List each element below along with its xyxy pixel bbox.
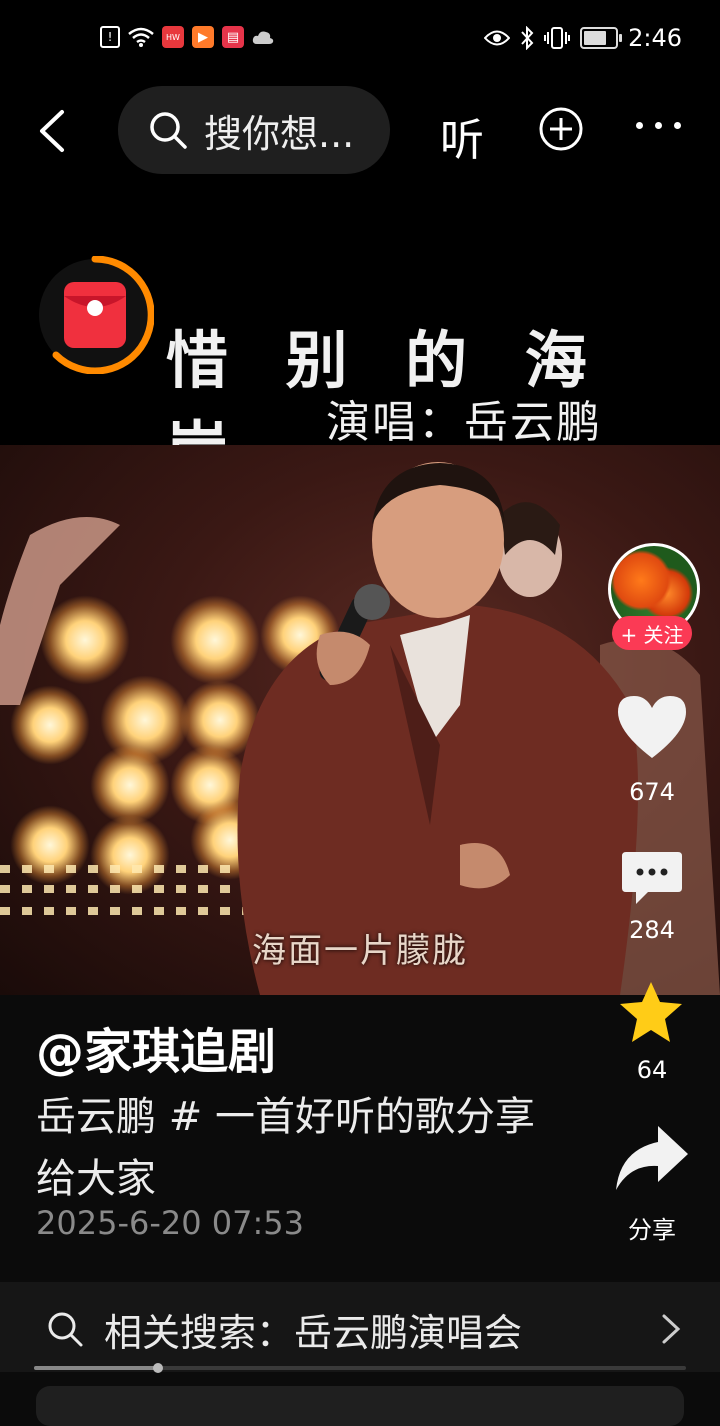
wifi-icon <box>128 27 154 47</box>
search-icon <box>150 112 187 149</box>
listen-button[interactable]: 听 <box>440 104 484 168</box>
favorite-count: 64 <box>636 1056 668 1084</box>
top-nav: 搜你想... 听 <box>0 70 720 190</box>
status-time: 2:46 <box>628 24 682 52</box>
progress-fill <box>34 1366 158 1370</box>
alert-icon: ! <box>100 26 120 48</box>
like-icon[interactable] <box>614 692 690 762</box>
status-right-icons: 2:46 <box>484 24 682 52</box>
vibrate-icon <box>544 27 571 49</box>
video-app-icon: ▶ <box>192 26 214 48</box>
bluetooth-icon <box>521 26 534 50</box>
chevron-right-icon <box>662 1314 681 1344</box>
status-left-icons: ! HW ▶ ▤ <box>100 26 274 48</box>
battery-fill <box>584 31 607 45</box>
share-label: 分享 <box>628 1216 676 1244</box>
huawei-app-icon: HW <box>162 26 184 48</box>
author-name[interactable]: @家琪追剧 <box>36 1012 276 1082</box>
share-icon[interactable] <box>614 1122 690 1192</box>
more-options-icon[interactable] <box>636 122 681 129</box>
follow-button[interactable]: + 关注 <box>612 616 692 650</box>
related-search-text: 相关搜索：岳云鹏演唱会 <box>104 1311 523 1355</box>
add-icon[interactable] <box>538 106 584 152</box>
reader-app-icon: ▤ <box>222 26 244 48</box>
comment-icon[interactable] <box>620 848 684 908</box>
comment-count: 284 <box>629 916 675 944</box>
singer-label: 演唱：岳云鹏 <box>326 397 602 448</box>
post-description: 岳云鹏 # 一首好听的歌分享给大家 <box>36 1094 535 1202</box>
back-icon[interactable] <box>30 104 74 158</box>
like-count: 674 <box>629 778 675 806</box>
search-input[interactable]: 搜你想... <box>118 86 390 174</box>
related-search-bar[interactable]: 相关搜索：岳云鹏演唱会 <box>0 1282 720 1372</box>
status-bar: ! HW ▶ ▤ 2:46 <box>0 0 720 70</box>
search-icon <box>48 1312 83 1347</box>
battery-icon <box>580 27 623 49</box>
star-icon[interactable] <box>618 980 684 1044</box>
post-date: 2025-6-20 07:53 <box>36 1204 304 1242</box>
video-player[interactable]: 海面一片朦胧 <box>0 445 720 995</box>
bottom-card <box>36 1386 684 1426</box>
eye-icon <box>484 30 511 46</box>
singer-figure <box>0 462 720 995</box>
video-progress-bar[interactable] <box>34 1363 686 1373</box>
search-placeholder: 搜你想... <box>204 111 355 156</box>
cloud-icon <box>252 31 274 44</box>
red-packet-icon[interactable] <box>36 256 154 374</box>
video-title-card: 惜 别 的 海 岸 演唱：岳云鹏 <box>0 190 720 487</box>
progress-knob[interactable] <box>152 1363 163 1373</box>
